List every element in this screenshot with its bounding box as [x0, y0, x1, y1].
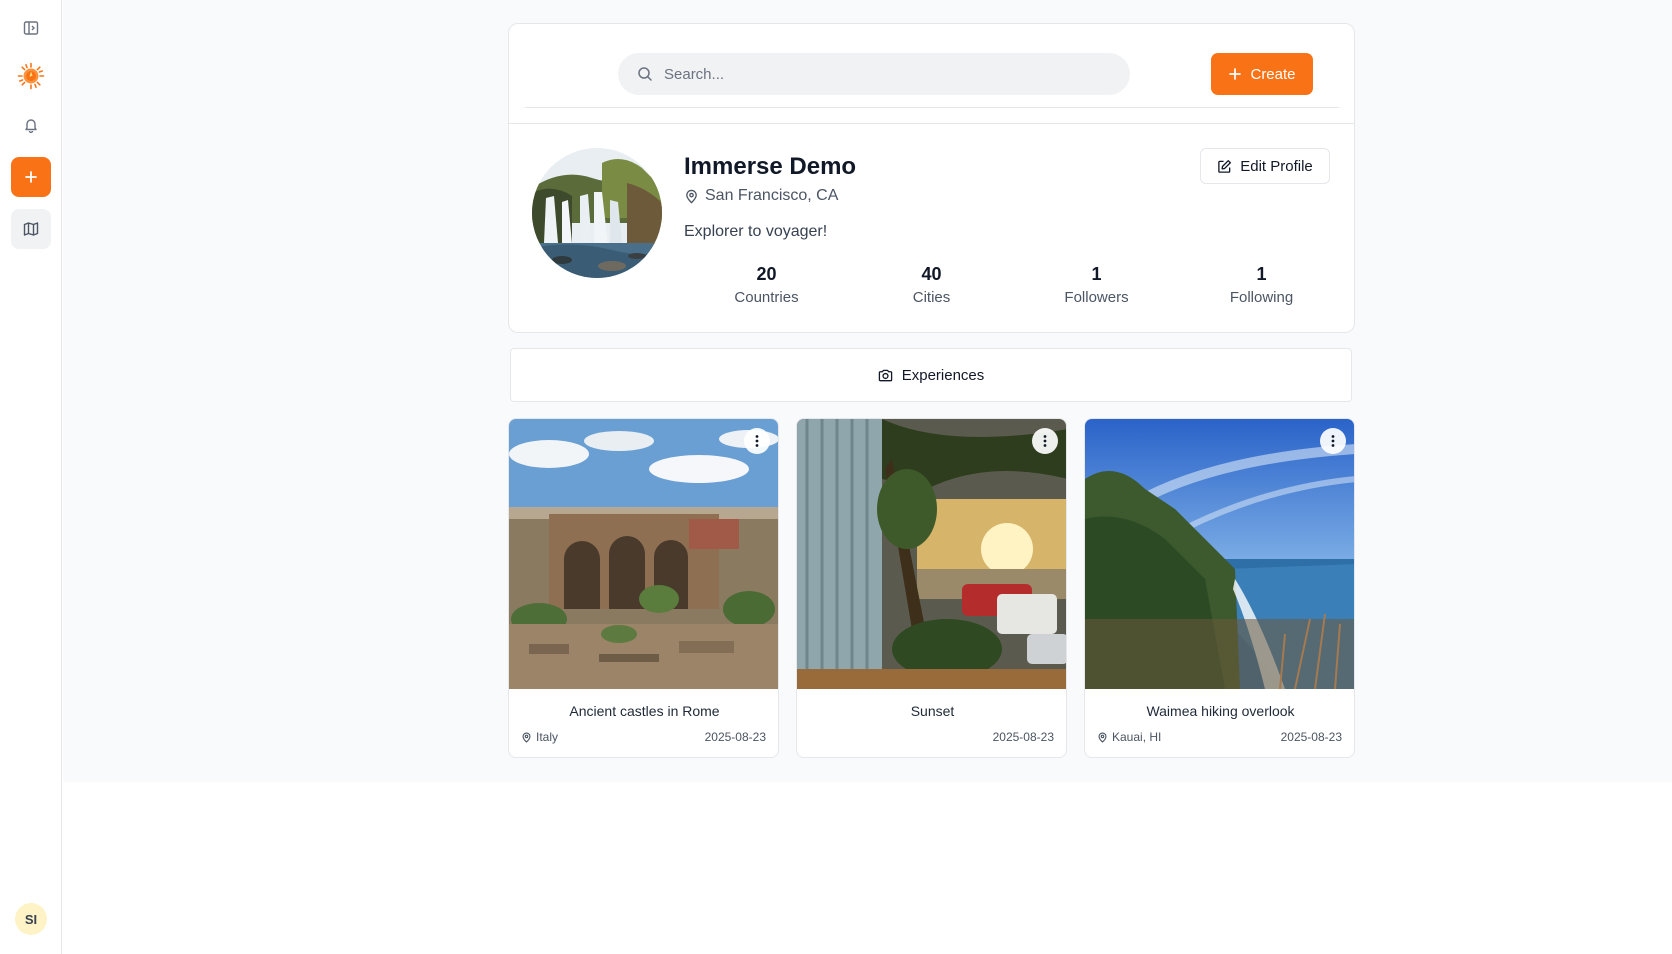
- experience-location: Italy: [521, 730, 558, 744]
- card-menu-button[interactable]: [1320, 428, 1346, 454]
- experience-card[interactable]: Sunset 2025-08-23: [796, 418, 1067, 758]
- experience-date: 2025-08-23: [704, 730, 766, 744]
- experience-date: 2025-08-23: [992, 730, 1054, 744]
- user-initials: SI: [24, 911, 38, 927]
- search-input[interactable]: [664, 65, 1104, 83]
- map-icon: [23, 222, 39, 236]
- experience-grid: Ancient castles in Rome Italy 2025-08-23: [508, 418, 1355, 758]
- create-button-label: Create: [1250, 65, 1296, 83]
- stat-label: Countries: [734, 289, 799, 306]
- edit-icon: [1218, 159, 1232, 173]
- search-box[interactable]: [618, 53, 1130, 95]
- experience-title: Waimea hiking overlook: [1146, 703, 1295, 719]
- search-icon: [638, 67, 652, 81]
- roman-ruins-photo: [509, 419, 778, 689]
- stat-value: 1: [1091, 264, 1102, 284]
- profile-stats: 20 Countries 40 Cities 1 Followers 1 Fol…: [684, 263, 1346, 313]
- stat-value: 20: [756, 264, 777, 284]
- map-pin-icon: [522, 732, 531, 743]
- profile-card: Create Immerse Dem: [508, 23, 1355, 333]
- profile-bio: Explorer to voyager!: [684, 223, 828, 240]
- experience-title: Ancient castles in Rome: [569, 703, 720, 719]
- plus-icon: [25, 171, 37, 183]
- profile-avatar: [532, 148, 662, 278]
- stat-label: Following: [1229, 289, 1294, 306]
- sidebar-toggle-icon: [23, 21, 39, 35]
- top-bar: Create: [525, 24, 1339, 108]
- map-pin-icon: [1098, 732, 1107, 743]
- user-avatar[interactable]: SI: [15, 903, 47, 935]
- stat-label: Cities: [912, 289, 951, 306]
- sidebar-toggle-button[interactable]: [11, 8, 51, 48]
- profile-location-text: San Francisco, CA: [705, 187, 839, 204]
- sidebar: SI: [0, 0, 62, 954]
- profile-tabs: Experiences: [510, 348, 1352, 402]
- sidebar-create-button[interactable]: [11, 157, 51, 197]
- experience-location: Kauai, HI: [1097, 730, 1161, 744]
- sun-logo-icon: [17, 62, 45, 90]
- experience-location-text: Italy: [536, 730, 559, 744]
- profile-name: Immerse Demo: [684, 153, 857, 180]
- edit-profile-button[interactable]: Edit Profile: [1200, 148, 1330, 184]
- stat-value: 1: [1256, 264, 1267, 284]
- edit-profile-label: Edit Profile: [1240, 157, 1313, 175]
- notifications-button[interactable]: [11, 105, 51, 145]
- stat-label: Followers: [1064, 289, 1129, 306]
- experience-date: 2025-08-23: [1280, 730, 1342, 744]
- experience-image: [1085, 419, 1354, 689]
- experience-card[interactable]: Ancient castles in Rome Italy 2025-08-23: [508, 418, 779, 758]
- plus-icon: [1229, 68, 1242, 80]
- tab-experiences[interactable]: Experiences: [878, 366, 985, 384]
- stat-cities[interactable]: 40 Cities: [849, 263, 1014, 313]
- profile-location: San Francisco, CA: [684, 187, 838, 205]
- stat-countries[interactable]: 20 Countries: [684, 263, 849, 313]
- card-menu-button[interactable]: [744, 428, 770, 454]
- waterfall-photo: [532, 148, 662, 278]
- map-pin-icon: [686, 189, 697, 203]
- map-button[interactable]: [11, 209, 51, 249]
- main-content: Create Immerse Dem: [63, 0, 1672, 782]
- experience-title: Sunset: [910, 703, 955, 719]
- app-logo[interactable]: [11, 56, 51, 96]
- card-menu-button[interactable]: [1032, 428, 1058, 454]
- stat-following[interactable]: 1 Following: [1179, 263, 1344, 313]
- coastal-cliffs-photo: [1085, 419, 1354, 689]
- experience-location-text: Kauai, HI: [1112, 730, 1162, 744]
- divider: [509, 123, 1354, 124]
- experience-card[interactable]: Waimea hiking overlook Kauai, HI 2025-08…: [1084, 418, 1355, 758]
- bell-icon: [25, 119, 37, 133]
- more-vertical-icon: [755, 435, 759, 447]
- experience-image: [797, 419, 1066, 689]
- camera-icon: [878, 369, 892, 381]
- sunset-parking-photo: [797, 419, 1066, 689]
- more-vertical-icon: [1331, 435, 1335, 447]
- experience-image: [509, 419, 778, 689]
- stat-followers[interactable]: 1 Followers: [1014, 263, 1179, 313]
- create-button[interactable]: Create: [1211, 53, 1313, 95]
- tab-label: Experiences: [901, 366, 985, 384]
- more-vertical-icon: [1043, 435, 1047, 447]
- stat-value: 40: [921, 264, 942, 284]
